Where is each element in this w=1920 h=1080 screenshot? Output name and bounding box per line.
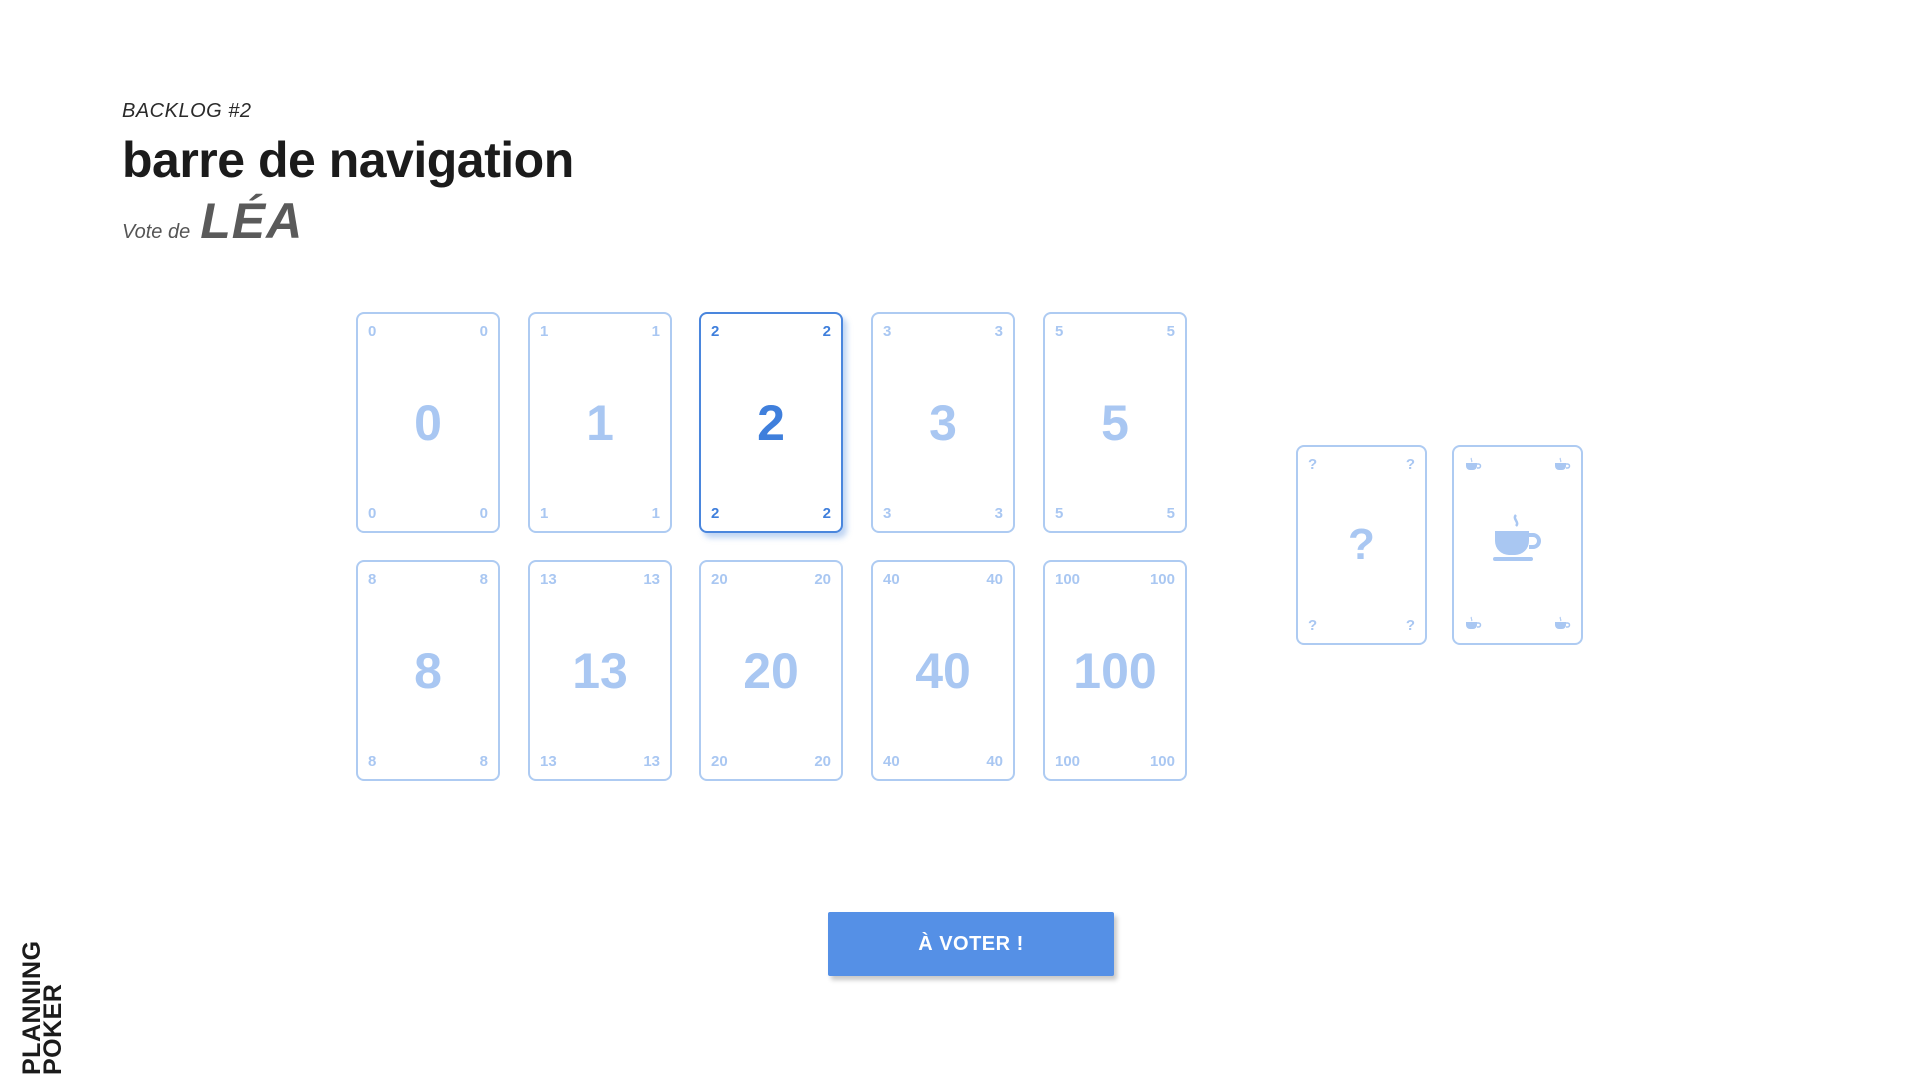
card-0[interactable]: 0 0 0 0 0 [356,312,500,533]
card-corner: 13 [643,753,660,770]
card-unknown[interactable]: ? ? ? ? ? [1296,445,1427,645]
card-corner: 20 [814,571,831,588]
card-value: ? [1348,520,1375,569]
card-value: 100 [1073,642,1157,699]
coffee-cup-icon [1553,616,1571,633]
card-corner: 5 [1166,323,1175,340]
backlog-label: BACKLOG #2 [122,100,252,122]
card-corner: 40 [986,753,1003,770]
card-corner: ? [1405,456,1415,473]
card-corner: 100 [1055,571,1081,588]
planning-poker-page: BACKLOG #2 barre de navigation Vote de L… [0,0,1920,1080]
card-corner: 3 [883,323,892,340]
card-corner: 2 [822,505,831,522]
card-corner: 5 [1055,505,1064,522]
card-corner: 13 [540,753,557,770]
card-3[interactable]: 3 3 3 3 3 [871,312,1015,533]
card-corner: 3 [994,505,1003,522]
planning-poker-logo: PLANNING POKER [18,935,72,1075]
card-8[interactable]: 8 8 8 8 8 [356,560,500,781]
card-corner: 20 [814,753,831,770]
card-corner: 20 [711,571,728,588]
card-corner: 8 [368,753,377,770]
card-value: 20 [743,642,799,699]
card-corner: 2 [711,323,720,340]
card-corner: 2 [711,505,720,522]
vote-button[interactable]: À VOTER ! [828,912,1114,976]
card-corner: 0 [368,323,377,340]
card-coffee[interactable] [1452,445,1583,645]
card-value: 0 [414,394,442,451]
card-2-selected[interactable]: 2 2 2 2 2 [699,312,843,533]
logo-line-2: POKER [39,983,67,1075]
card-corner: 20 [711,753,728,770]
voter-line: Vote de LÉA [122,192,574,250]
coffee-cup-icon [1464,616,1482,633]
card-corner: 13 [643,571,660,588]
card-corner: 5 [1055,323,1064,340]
card-value: 5 [1101,394,1129,451]
logo-text: PLANNING POKER [18,940,67,1075]
card-value: 40 [915,642,971,699]
card-corner: 100 [1149,571,1175,588]
card-corner: 40 [883,753,900,770]
card-value: 1 [586,394,614,451]
card-corner: 0 [368,505,377,522]
card-corner: 2 [822,323,831,340]
card-corner: 1 [540,323,549,340]
card-value: 3 [929,394,957,451]
card-value: 8 [414,642,442,699]
page-title: barre de navigation [122,132,574,188]
card-5[interactable]: 5 5 5 5 5 [1043,312,1187,533]
card-corner: 8 [479,753,488,770]
card-corner: 8 [368,571,377,588]
card-corner: 1 [651,505,660,522]
card-corner: ? [1308,456,1318,473]
card-corner: 100 [1055,753,1081,770]
card-corner: 0 [479,323,488,340]
card-20[interactable]: 20 20 20 20 20 [699,560,843,781]
coffee-cup-icon [1454,513,1581,577]
voter-name: LÉA [200,193,304,249]
card-corner: 3 [883,505,892,522]
card-corner: ? [1405,617,1415,634]
card-corner: 40 [986,571,1003,588]
card-corner: 13 [540,571,557,588]
card-100[interactable]: 100 100 100 100 100 [1043,560,1187,781]
card-corner: 100 [1149,753,1175,770]
vote-prefix: Vote de [122,221,191,243]
card-corner: 5 [1166,505,1175,522]
card-corner: 1 [540,505,549,522]
card-corner: 0 [479,505,488,522]
card-value: 2 [757,394,785,451]
card-corner: 1 [651,323,660,340]
card-1[interactable]: 1 1 1 1 1 [528,312,672,533]
card-40[interactable]: 40 40 40 40 40 [871,560,1015,781]
card-corner: 8 [479,571,488,588]
card-corner: ? [1308,617,1318,634]
card-corner: 40 [883,571,900,588]
card-13[interactable]: 13 13 13 13 13 [528,560,672,781]
coffee-cup-icon [1464,457,1482,474]
backlog-header: BACKLOG #2 barre de navigation Vote de L… [122,100,574,250]
coffee-cup-icon [1553,457,1571,474]
card-corner: 3 [994,323,1003,340]
card-value: 13 [572,642,628,699]
